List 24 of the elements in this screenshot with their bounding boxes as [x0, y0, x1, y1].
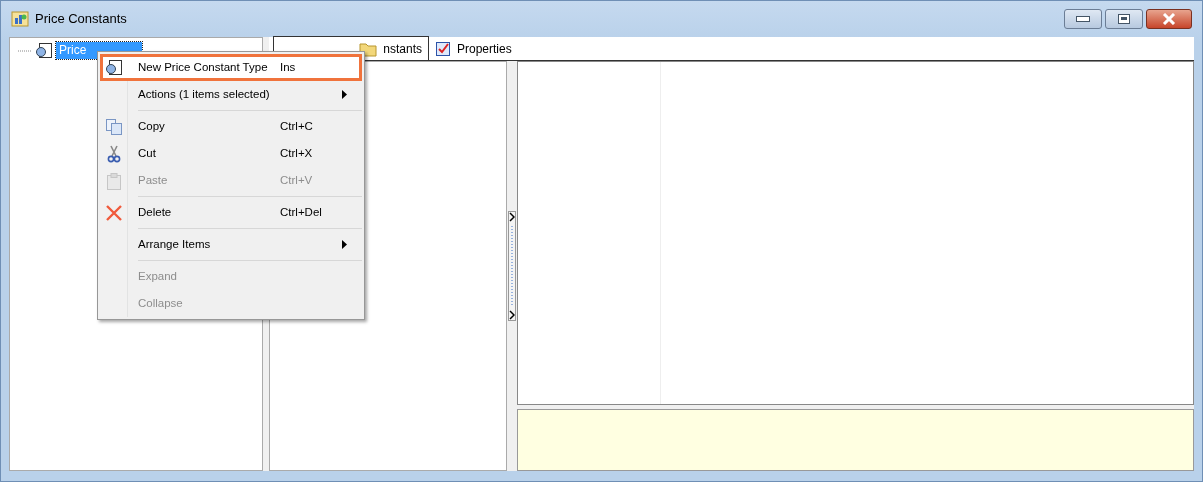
node-icon	[105, 59, 123, 76]
splitter-handle[interactable]	[508, 211, 516, 321]
tab[interactable]: Properties	[429, 38, 518, 60]
clipboard-icon	[106, 171, 122, 190]
menu-item[interactable]: Cut Ctrl+X	[100, 140, 362, 167]
menu-item[interactable]: Actions (1 items selected)	[100, 81, 362, 108]
scissors-icon	[106, 144, 122, 163]
minimize-icon	[1076, 16, 1090, 22]
maximize-icon	[1118, 14, 1130, 24]
menu-item[interactable]: Delete Ctrl+Del	[100, 199, 362, 226]
close-button[interactable]	[1146, 9, 1192, 29]
close-icon	[1162, 13, 1176, 25]
menu-item[interactable]: Arrange Items	[100, 231, 362, 258]
app-icon	[11, 11, 29, 27]
minimize-button[interactable]	[1064, 9, 1102, 29]
node-icon	[35, 42, 53, 59]
copy-icon	[105, 117, 123, 136]
menu-item[interactable]: Copy Ctrl+C	[100, 113, 362, 140]
maximize-button[interactable]	[1105, 9, 1143, 29]
window-title: Price Constants	[35, 10, 127, 29]
checkbox-icon	[435, 41, 451, 57]
tree-connector-line	[18, 48, 32, 53]
menu-item[interactable]: New Price Constant Type Ins	[100, 54, 362, 81]
delete-icon	[105, 203, 123, 222]
